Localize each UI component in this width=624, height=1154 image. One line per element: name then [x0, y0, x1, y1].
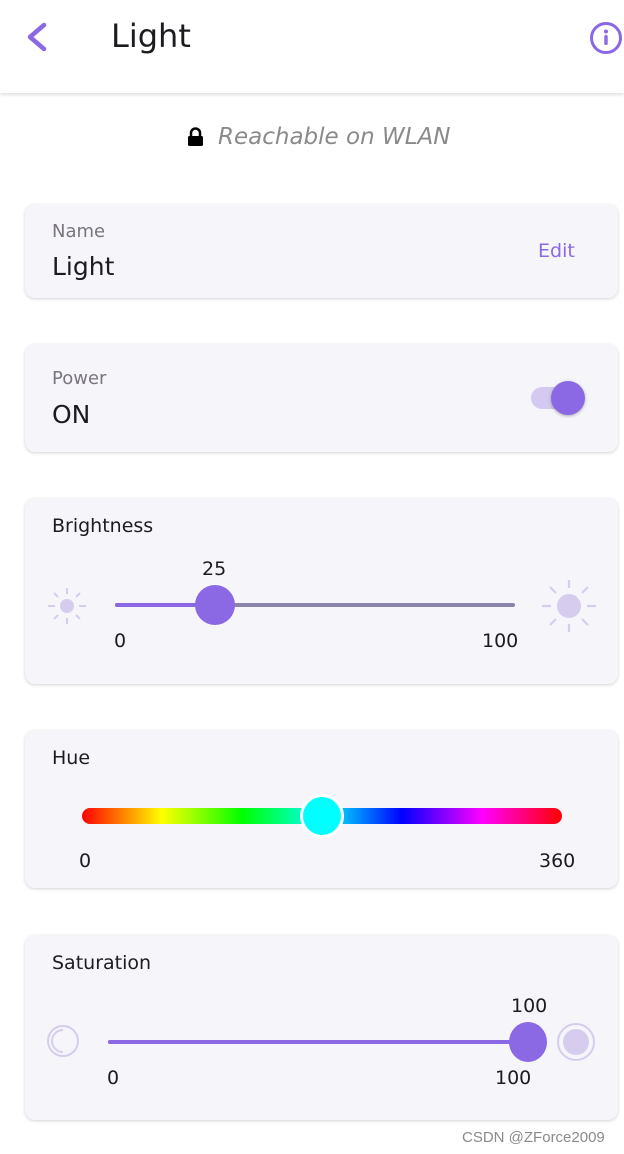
toggle-thumb[interactable] — [551, 381, 585, 415]
page-title: Light — [111, 17, 191, 55]
app-bar: Light — [0, 0, 624, 93]
circle-filled-icon[interactable] — [555, 1021, 597, 1063]
saturation-thumb[interactable] — [509, 1022, 547, 1062]
hue-max-label: 360 — [539, 850, 576, 872]
saturation-max-label: 100 — [495, 1067, 532, 1089]
name-label: Name — [52, 221, 106, 242]
saturation-min-label: 0 — [107, 1067, 120, 1089]
sun-small-icon[interactable] — [45, 586, 89, 626]
connection-status: Reachable on WLAN — [187, 124, 450, 150]
name-card: Name Light Edit — [25, 204, 618, 298]
saturation-title: Saturation — [52, 952, 152, 974]
saturation-track-fill — [108, 1040, 528, 1044]
hue-min-label: 0 — [79, 850, 92, 872]
brightness-value-label: 25 — [202, 558, 227, 580]
chevron-left-icon[interactable] — [22, 20, 52, 54]
info-icon[interactable] — [589, 21, 623, 55]
lock-icon — [188, 127, 203, 146]
brightness-thumb[interactable] — [195, 585, 235, 625]
saturation-card: Saturation 100 0 100 — [25, 935, 618, 1120]
hue-thumb[interactable] — [300, 794, 344, 838]
sun-large-icon[interactable] — [540, 578, 598, 634]
hue-title: Hue — [52, 747, 91, 769]
status-text: Reachable on WLAN — [218, 124, 451, 150]
circle-empty-icon[interactable] — [45, 1023, 81, 1059]
power-toggle[interactable] — [531, 381, 585, 415]
brightness-title: Brightness — [52, 515, 154, 537]
brightness-min-label: 0 — [114, 630, 127, 652]
edit-button[interactable]: Edit — [538, 240, 575, 262]
watermark: CSDN @ZForce2009 — [462, 1129, 605, 1146]
power-card: Power ON — [25, 344, 618, 452]
hue-card: Hue 0 360 — [25, 730, 618, 888]
brightness-card: Brightness 25 0 100 — [25, 498, 618, 684]
power-label: Power — [52, 368, 107, 389]
saturation-value-label: 100 — [511, 995, 548, 1017]
brightness-max-label: 100 — [482, 630, 519, 652]
name-value: Light — [52, 252, 115, 281]
power-value: ON — [52, 400, 91, 429]
